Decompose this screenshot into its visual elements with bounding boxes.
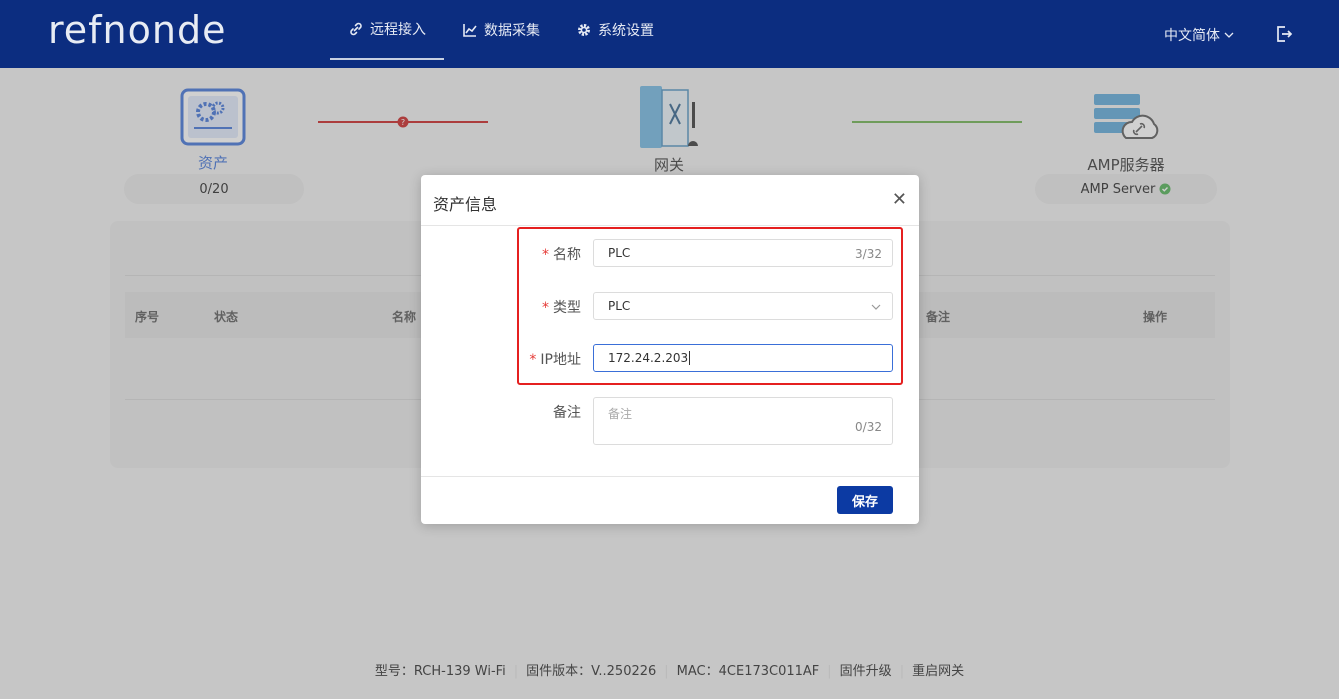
device-info-footer: 型号：RCH-139 Wi-Fi | 固件版本：V..250226 | MAC：4CE1… <box>0 660 1339 679</box>
divider <box>421 225 919 226</box>
language-select[interactable]: 中文简体 <box>1164 25 1235 45</box>
asset-info-dialog: 资产信息 ✕ * 名称 PLC 3/32 * 类型 PLC * IP地址 172.24… <box>421 175 919 524</box>
language-label: 中文简体 <box>1164 28 1220 44</box>
placeholder-text: 备注 <box>608 407 633 421</box>
separator: | <box>664 664 669 679</box>
model-info: 型号：RCH-139 Wi-Fi <box>374 664 506 679</box>
gear-icon <box>578 24 590 36</box>
nav-label: 远程接入 <box>370 22 426 38</box>
nav-remote-access[interactable]: 远程接入 <box>330 0 444 60</box>
separator: | <box>827 664 832 679</box>
dialog-title: 资产信息 <box>433 195 498 214</box>
link-icon <box>350 22 362 36</box>
close-icon[interactable]: ✕ <box>892 189 907 210</box>
separator: | <box>899 664 905 679</box>
nav-system-settings[interactable]: 系统设置 <box>558 0 672 60</box>
remark-textarea[interactable]: 备注 0/32 <box>593 397 893 445</box>
main-nav: 远程接入 数据采集 系统设置 <box>330 0 672 68</box>
firmware-version: 固件版本：V..250226 <box>526 664 657 679</box>
firmware-upgrade-link[interactable]: 固件升级 <box>840 664 892 679</box>
top-header: refnonde 远程接入 数据采集 系统设置 中文简体 <box>0 0 1339 68</box>
divider <box>421 476 919 477</box>
logout-icon[interactable] <box>1274 24 1294 44</box>
mac-address: MAC：4CE173C011AF <box>676 664 820 679</box>
nav-label: 数据采集 <box>484 23 540 39</box>
nav-data-collection[interactable]: 数据采集 <box>444 0 558 60</box>
highlight-box <box>517 227 903 385</box>
label-text: 备注 <box>553 405 581 421</box>
reboot-gateway-link[interactable]: 重启网关 <box>912 664 964 679</box>
char-count: 0/32 <box>855 420 882 434</box>
nav-label: 系统设置 <box>598 23 654 39</box>
save-button[interactable]: 保存 <box>837 486 893 514</box>
chart-icon <box>463 24 477 37</box>
brand-logo: refnonde <box>48 8 227 52</box>
remark-field-label: 备注 <box>431 402 581 422</box>
chevron-down-icon <box>1224 32 1234 38</box>
separator: | <box>513 664 519 679</box>
